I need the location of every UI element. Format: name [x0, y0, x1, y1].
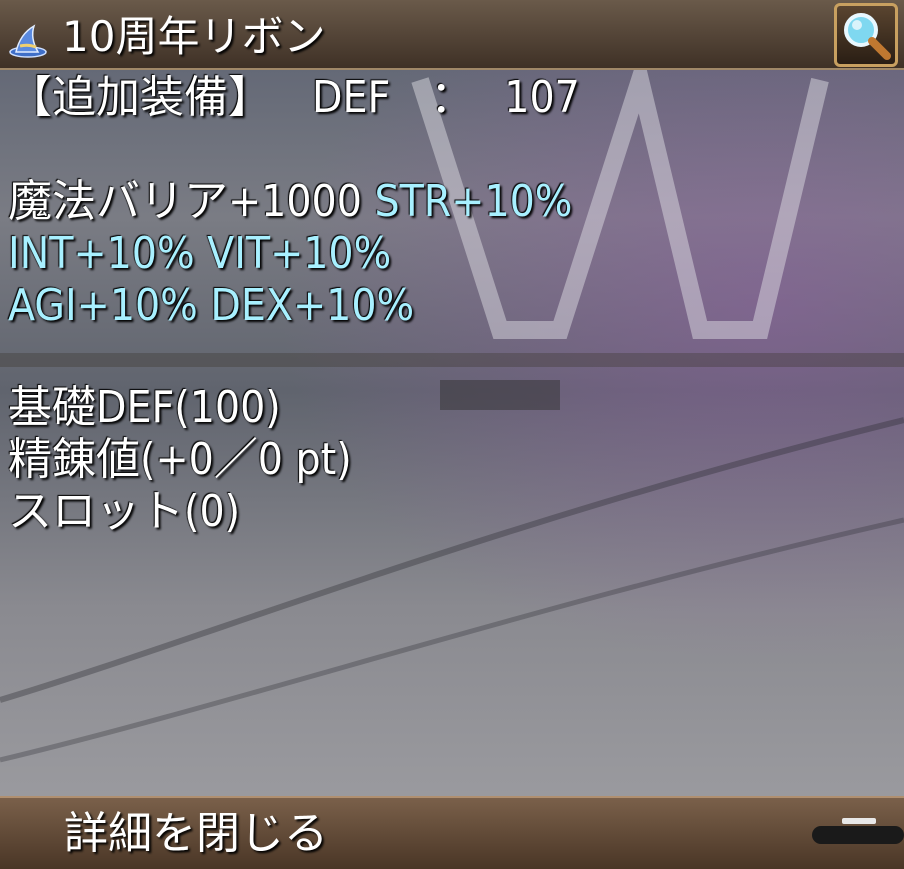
scroll-handle[interactable]: [812, 826, 904, 844]
item-name: 10周年リボン: [62, 12, 326, 61]
wizard-hat-icon: [9, 24, 47, 58]
equipment-stat-line: 【追加装備】 DEF ： 107: [8, 72, 580, 124]
scroll-handle-indicator: [842, 818, 876, 824]
close-details-button[interactable]: 詳細を閉じる: [0, 796, 904, 869]
effect-line-1: 魔法バリア+1000 STR+10%: [8, 176, 572, 228]
effect-line-3: AGI+10% DEX+10%: [8, 280, 415, 331]
refine-value: 精錬値(+0／0 pt): [8, 434, 352, 485]
close-details-label: 詳細を閉じる: [64, 808, 328, 859]
separator: ：: [430, 72, 475, 123]
magnifier-icon: [844, 13, 891, 60]
effect-line-2: INT+10% VIT+10%: [8, 228, 392, 279]
slot-count: スロット(0): [8, 486, 241, 537]
str-effect: STR+10%: [374, 176, 573, 227]
slot-label: 【追加装備】: [8, 72, 272, 123]
zoom-button[interactable]: [834, 3, 898, 67]
item-title-bar: 10周年リボン: [0, 0, 904, 70]
base-def: 基礎DEF(100): [8, 382, 281, 433]
stat-value: 107: [504, 72, 580, 123]
stat-label: DEF: [312, 72, 391, 123]
magic-barrier-effect: 魔法バリア+1000: [8, 176, 362, 227]
